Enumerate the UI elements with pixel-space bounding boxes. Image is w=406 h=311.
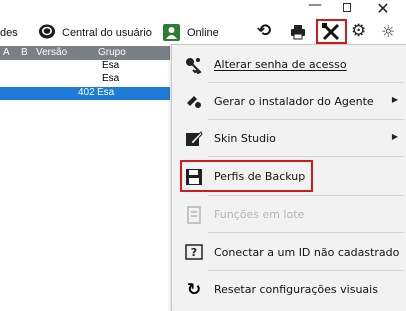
installer-icon (187, 96, 201, 108)
menu-item-label: Gerar o instalador do Agente (214, 95, 374, 108)
menu-item-skin-studio[interactable]: Skin Studio ▶ (172, 124, 406, 154)
submenu-arrow-icon: ▶ (391, 95, 398, 104)
row-group: Esa (102, 73, 120, 84)
table-row[interactable]: Esa (0, 73, 170, 86)
maximize-icon (343, 3, 351, 12)
menu-item-conectar-id[interactable]: ? Conectar a um ID não cadastrado (172, 238, 406, 268)
menu-separator (208, 270, 404, 271)
row-group: Esa (97, 87, 115, 98)
column-grupo[interactable]: Grupo (98, 47, 126, 58)
print-icon[interactable] (290, 24, 306, 40)
question-box-icon: ? (185, 244, 203, 260)
row-group: Esa (102, 60, 120, 71)
menu-item-label: Resetar configurações visuais (214, 283, 378, 296)
close-button[interactable]: ✕ (368, 0, 398, 18)
central-do-usuario-button[interactable]: Central do usuário (62, 27, 152, 39)
minimize-button[interactable]: — (300, 0, 330, 15)
title-bar: — ✕ (0, 0, 406, 18)
submenu-arrow-icon: ▶ (391, 132, 398, 141)
tools-icon[interactable] (321, 22, 341, 42)
chat-icon[interactable] (38, 24, 56, 40)
skin-brush-icon (186, 131, 203, 146)
column-versao[interactable]: Versão (36, 47, 67, 58)
gear-icon[interactable]: ⚙ (351, 21, 366, 41)
table-row-selected[interactable]: 402 Esa (0, 87, 170, 100)
menu-item-perfis-de-backup[interactable]: Perfis de Backup (172, 162, 406, 192)
menu-item-gerar-instalador[interactable]: Gerar o instalador do Agente ▶ (172, 87, 406, 117)
refresh-icon[interactable]: ⟲ (257, 21, 271, 41)
password-key-icon (186, 58, 202, 74)
menu-item-label: Funções em lote (214, 208, 305, 221)
online-status-label[interactable]: Online (187, 27, 219, 39)
batch-document-icon (187, 206, 201, 224)
online-status-icon[interactable] (163, 24, 180, 41)
menu-item-label: Conectar a um ID não cadastrado (214, 246, 400, 259)
bulb-icon[interactable]: ☼ (381, 22, 395, 41)
toolbar-item-partial[interactable]: des (0, 27, 18, 39)
menu-item-label: Alterar senha de acesso (214, 58, 347, 71)
table-row[interactable]: Esa (0, 60, 170, 73)
column-b[interactable]: B (21, 47, 28, 58)
svg-text:?: ? (191, 246, 197, 259)
menu-separator (208, 82, 404, 83)
menu-item-resetar-configuracoes[interactable]: ↻ Resetar configurações visuais (172, 275, 406, 305)
column-a[interactable]: A (3, 47, 10, 58)
menu-item-alterar-senha[interactable]: Alterar senha de acesso (172, 50, 406, 80)
reset-icon: ↻ (186, 280, 202, 300)
menu-separator (208, 156, 404, 157)
grid-header: A B Versão Grupo (0, 46, 170, 60)
menu-item-label: Skin Studio (214, 132, 276, 145)
menu-item-funcoes-em-lote: Funções em lote (172, 200, 406, 230)
row-version: 402 (78, 87, 95, 98)
menu-separator (208, 232, 404, 233)
menu-separator (208, 119, 404, 120)
menu-separator (208, 195, 404, 196)
tools-dropdown-menu: Alterar senha de acesso Gerar o instalad… (171, 44, 406, 311)
floppy-disk-icon (186, 169, 202, 185)
menu-item-label: Perfis de Backup (214, 170, 306, 183)
